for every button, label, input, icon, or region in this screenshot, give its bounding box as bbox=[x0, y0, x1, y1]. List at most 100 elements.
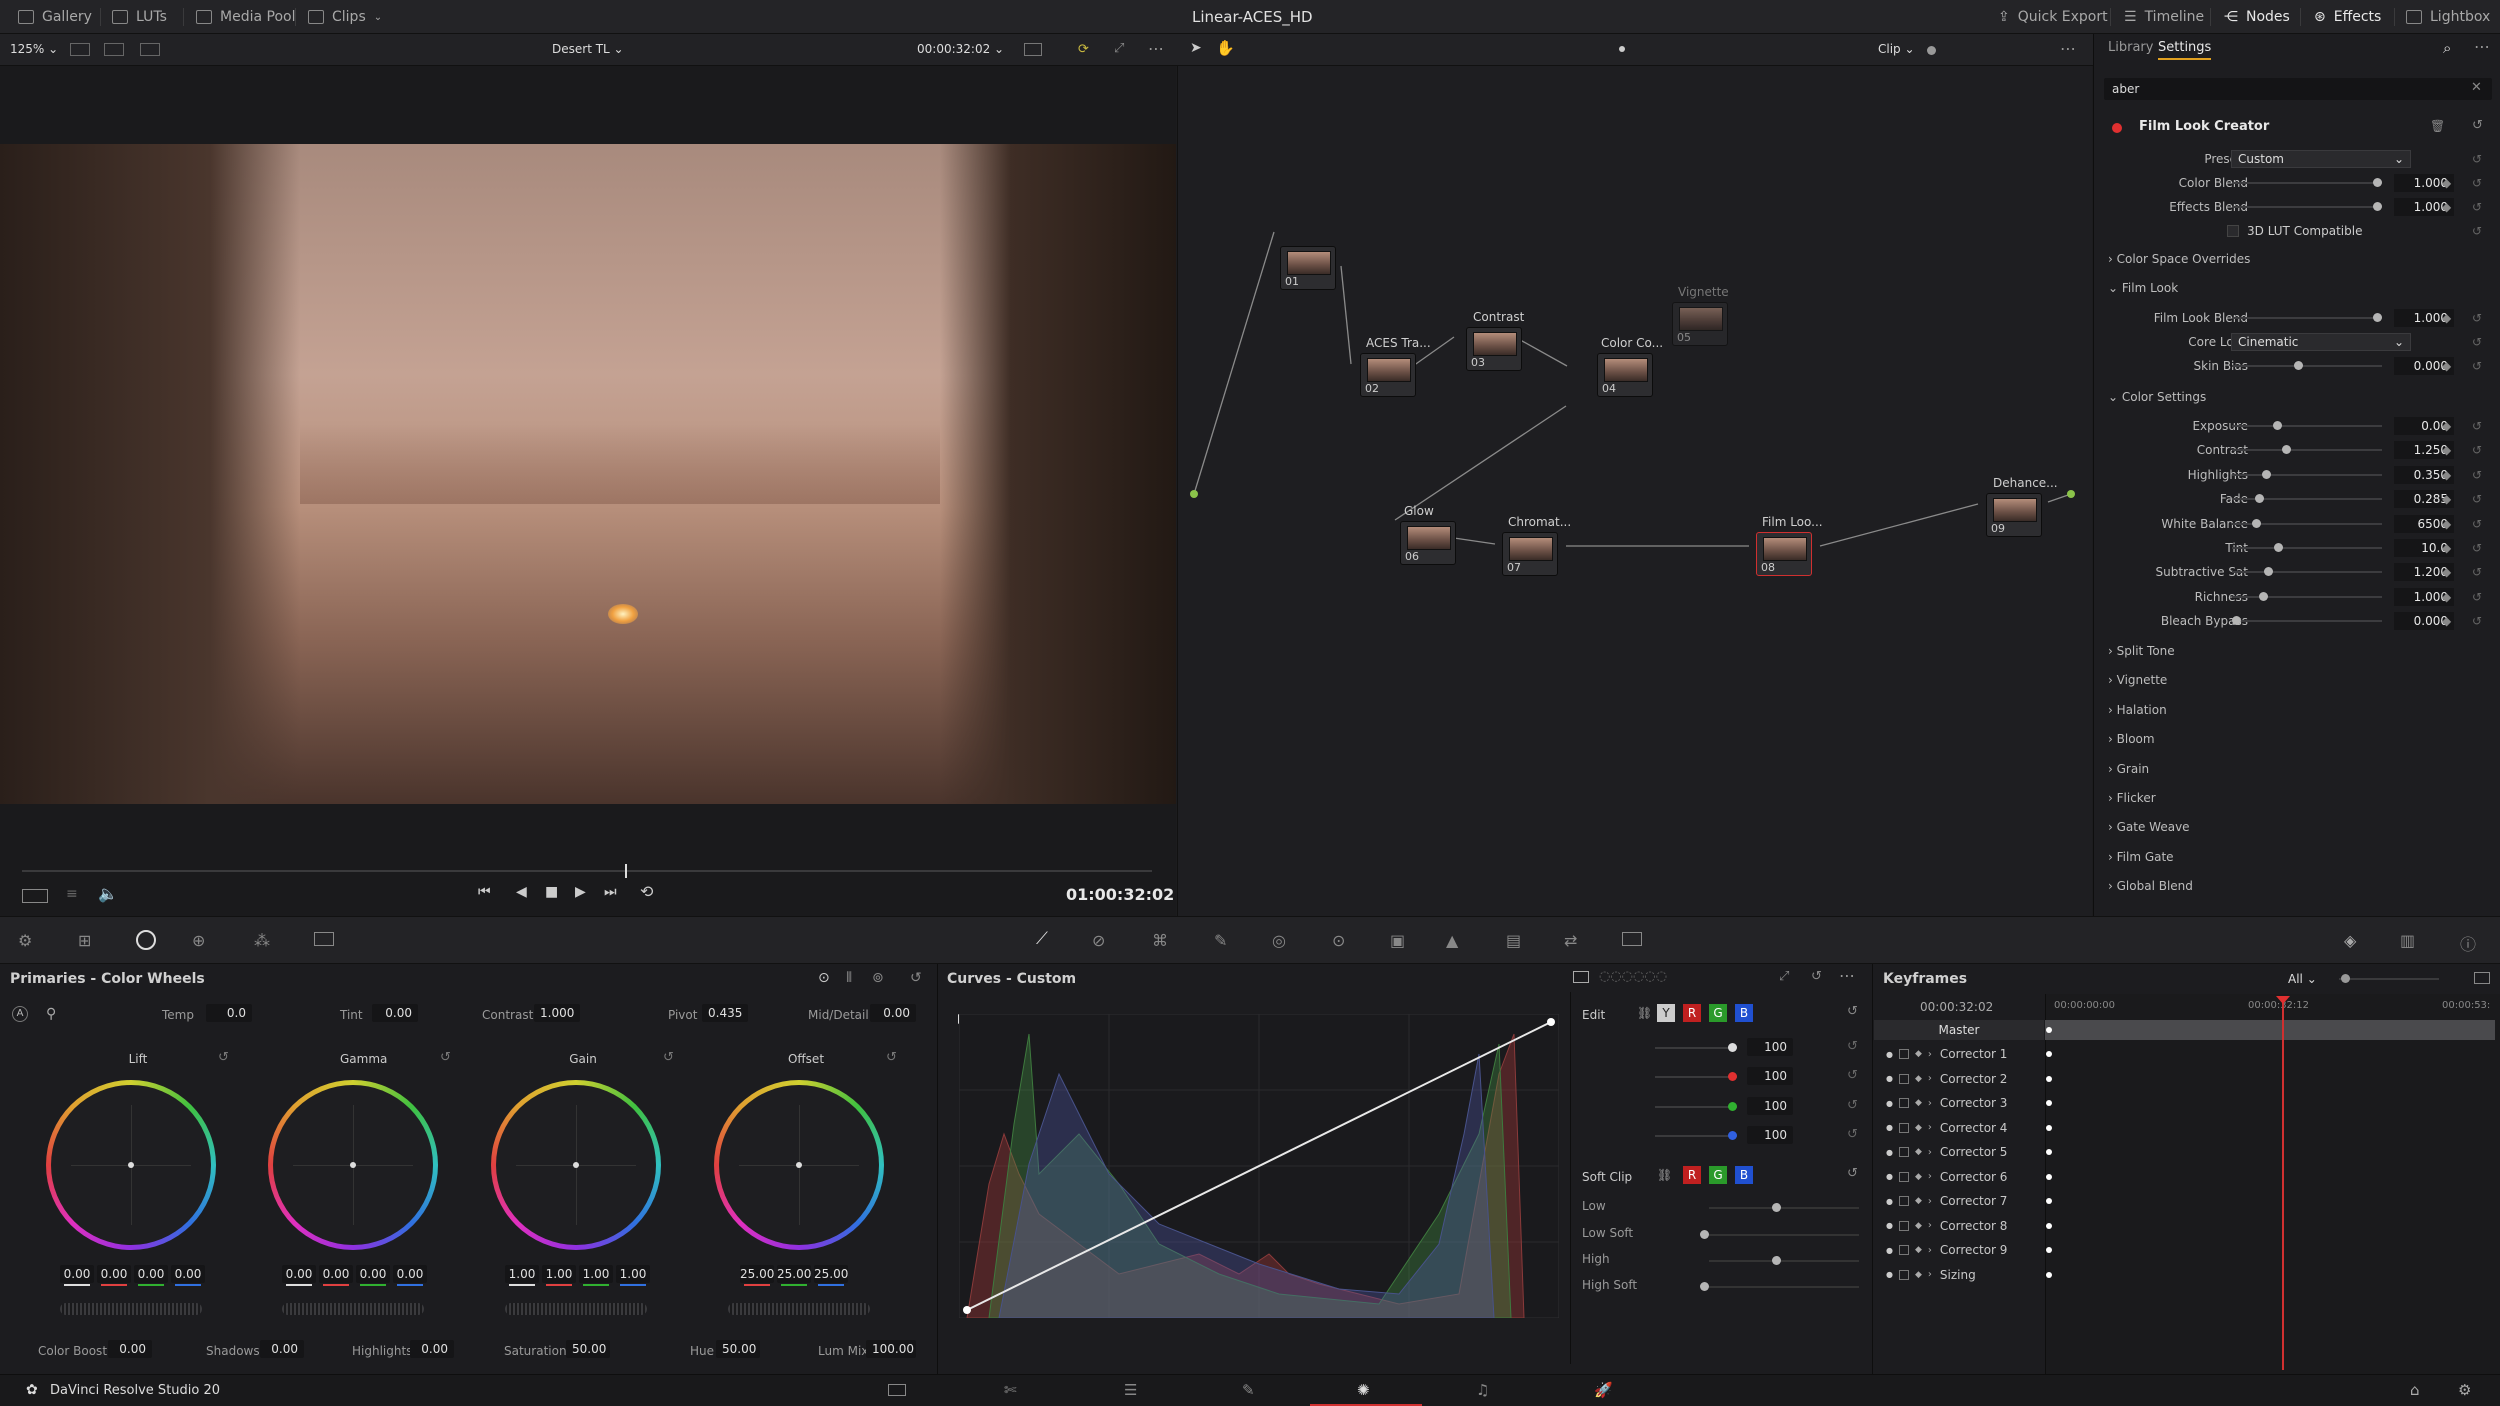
section-item[interactable]: › Halation bbox=[2108, 703, 2167, 717]
section-item[interactable]: › Grain bbox=[2108, 762, 2149, 776]
keyframe-row[interactable]: ● ◆ › Corrector 6 bbox=[1874, 1165, 2044, 1189]
node-09[interactable]: 09 bbox=[1986, 493, 2042, 537]
keyframe-track-area[interactable] bbox=[2045, 994, 2500, 1374]
stack-icon[interactable]: ≡ bbox=[66, 886, 78, 902]
media-page-icon[interactable] bbox=[888, 1384, 906, 1396]
delete-icon[interactable]: 🗑 bbox=[2430, 119, 2445, 133]
y-intensity-slider[interactable] bbox=[1655, 1043, 1737, 1052]
softclip-reset-icon[interactable]: ↺ bbox=[1847, 1166, 1858, 1181]
saturation-value[interactable]: 50.00 bbox=[566, 1340, 610, 1358]
wheel-puck[interactable] bbox=[128, 1162, 134, 1168]
slider-knob[interactable] bbox=[2259, 591, 2268, 601]
keyframe-icon[interactable]: ◆ bbox=[2442, 311, 2451, 325]
node-05[interactable]: 05 bbox=[1672, 302, 1728, 346]
clips-button[interactable]: Clips ⌄ bbox=[308, 0, 382, 34]
go-to-start-icon[interactable]: ⏮ bbox=[478, 884, 491, 900]
keyframe-dot[interactable] bbox=[2046, 1198, 2052, 1204]
auto-balance-icon[interactable]: A bbox=[12, 1006, 28, 1022]
node-01[interactable]: 01 bbox=[1280, 246, 1336, 290]
fairlight-page-icon[interactable]: ♫ bbox=[1476, 1381, 1489, 1399]
core-look-dropdown[interactable]: Cinematic ⌄ bbox=[2231, 333, 2411, 351]
zoom-dropdown[interactable]: 125% ⌄ bbox=[10, 42, 58, 56]
lock-icon[interactable] bbox=[1898, 1220, 1909, 1231]
presets-dropdown[interactable]: Custom ⌄ bbox=[2231, 150, 2411, 168]
reset-icon[interactable]: ↺ bbox=[1847, 1068, 1858, 1083]
window-icon[interactable]: ◎ bbox=[1272, 931, 1286, 950]
expand-icon[interactable]: › bbox=[1928, 1073, 1932, 1084]
wheel-value[interactable]: 0.00 bbox=[356, 1265, 390, 1283]
wheel-value[interactable]: 0.00 bbox=[97, 1265, 131, 1283]
keyframe-row[interactable]: ● ◆ › Corrector 4 bbox=[1874, 1116, 2044, 1140]
master-track[interactable] bbox=[2045, 1020, 2495, 1040]
lock-icon[interactable] bbox=[1898, 1196, 1909, 1206]
quick-export-button[interactable]: ⇪ Quick Export bbox=[1998, 0, 2108, 34]
wheel-value[interactable]: 0.00 bbox=[171, 1265, 205, 1283]
effect-enable-toggle[interactable] bbox=[2112, 123, 2122, 133]
y-channel-button[interactable]: Y bbox=[1657, 1004, 1675, 1022]
hue-value[interactable]: 50.00 bbox=[716, 1340, 760, 1358]
reset-icon[interactable]: ↺ bbox=[2472, 118, 2483, 133]
keyframe-dot[interactable] bbox=[2046, 1222, 2052, 1229]
expand-icon[interactable]: › bbox=[1928, 1245, 1932, 1256]
settings-icon[interactable]: ⚙ bbox=[2458, 1381, 2471, 1399]
deliver-page-icon[interactable]: 🚀 bbox=[1594, 1381, 1613, 1399]
reset-icon[interactable]: ↺ bbox=[2472, 176, 2482, 190]
keyframe-dot[interactable] bbox=[2046, 1075, 2052, 1082]
lock-icon[interactable] bbox=[1898, 1122, 1909, 1133]
section-item[interactable]: › Vignette bbox=[2108, 673, 2167, 687]
qualifier-icon[interactable]: ✎ bbox=[1214, 931, 1227, 950]
lock-icon[interactable] bbox=[1898, 1171, 1909, 1182]
section-film-look[interactable]: ⌄ Film Look bbox=[2108, 281, 2178, 295]
3d-icon[interactable] bbox=[1622, 932, 1642, 946]
clear-search-icon[interactable]: ✕ bbox=[2471, 80, 2482, 95]
info-icon[interactable]: ⓘ bbox=[2460, 931, 2476, 955]
color-wheel[interactable] bbox=[491, 1080, 661, 1250]
high-slider[interactable] bbox=[1709, 1256, 1859, 1265]
color-wheel[interactable] bbox=[268, 1080, 438, 1250]
edit-reset-icon[interactable]: ↺ bbox=[1847, 1004, 1858, 1019]
pivot-value[interactable]: 0.435 bbox=[702, 1004, 748, 1022]
keyframe-dot[interactable] bbox=[2046, 1149, 2052, 1155]
section-item[interactable]: › Flicker bbox=[2108, 791, 2156, 805]
r-intensity-value[interactable]: 100 bbox=[1747, 1067, 1793, 1085]
temp-value[interactable]: 0.0 bbox=[206, 1004, 252, 1022]
curve-custom-icon[interactable] bbox=[1573, 971, 1589, 983]
keyframe-diamond-icon[interactable]: ◆ bbox=[1915, 1049, 1922, 1059]
skin-bias-slider[interactable] bbox=[2232, 361, 2382, 370]
search-input[interactable]: aber bbox=[2104, 78, 2492, 100]
tab-library[interactable]: Library bbox=[2108, 40, 2153, 55]
color-setting-slider[interactable] bbox=[2232, 445, 2382, 455]
log-mode-icon[interactable]: ⊚ bbox=[872, 970, 884, 986]
softclip-b-button[interactable]: B bbox=[1735, 1166, 1753, 1184]
high-soft-slider[interactable] bbox=[1700, 1282, 1859, 1291]
wheel-reset-icon[interactable]: ↺ bbox=[440, 1050, 451, 1065]
reset-icon[interactable]: ↺ bbox=[2472, 468, 2482, 482]
keyframe-row[interactable]: ● ◆ › Corrector 9 bbox=[1874, 1238, 2044, 1262]
keyframe-icon[interactable]: ◆ bbox=[2442, 517, 2451, 531]
expand-icon[interactable]: › bbox=[1928, 1049, 1932, 1060]
wipe-icon[interactable] bbox=[140, 43, 160, 56]
motion-effects-icon[interactable] bbox=[314, 932, 334, 946]
wheel-reset-icon[interactable]: ↺ bbox=[886, 1050, 897, 1065]
gallery-button[interactable]: Gallery bbox=[18, 0, 92, 34]
effects-button[interactable]: ⊛ Effects bbox=[2314, 0, 2381, 34]
wheel-value[interactable]: 25.00 bbox=[777, 1265, 811, 1283]
reset-icon[interactable]: ↺ bbox=[2472, 200, 2482, 214]
color-setting-slider[interactable] bbox=[2232, 421, 2382, 430]
picker-icon[interactable]: ⚲ bbox=[46, 1006, 56, 1022]
keyframe-icon[interactable]: ◆ bbox=[2442, 468, 2451, 482]
section-item[interactable]: › Gate Weave bbox=[2108, 820, 2190, 834]
color-setting-slider[interactable] bbox=[2232, 543, 2382, 552]
keyframe-row[interactable]: ● ◆ › Corrector 7 bbox=[1874, 1189, 2044, 1213]
contrast-value[interactable]: 1.000 bbox=[534, 1004, 580, 1022]
color-wheel[interactable] bbox=[46, 1080, 216, 1250]
reset-icon[interactable]: ↺ bbox=[2472, 443, 2482, 457]
expand-icon[interactable]: › bbox=[1928, 1269, 1932, 1280]
audio-icon[interactable]: 🔈 bbox=[98, 884, 118, 903]
blur-icon[interactable]: ▲ bbox=[1446, 931, 1458, 950]
wheel-value[interactable]: 0.00 bbox=[393, 1265, 427, 1283]
link-icon[interactable]: ⛓ bbox=[1657, 1168, 1672, 1182]
keyframe-dot[interactable] bbox=[2046, 1051, 2052, 1057]
visibility-dot-icon[interactable]: ● bbox=[1886, 1074, 1893, 1083]
go-to-end-icon[interactable]: ⏭ bbox=[604, 884, 617, 900]
